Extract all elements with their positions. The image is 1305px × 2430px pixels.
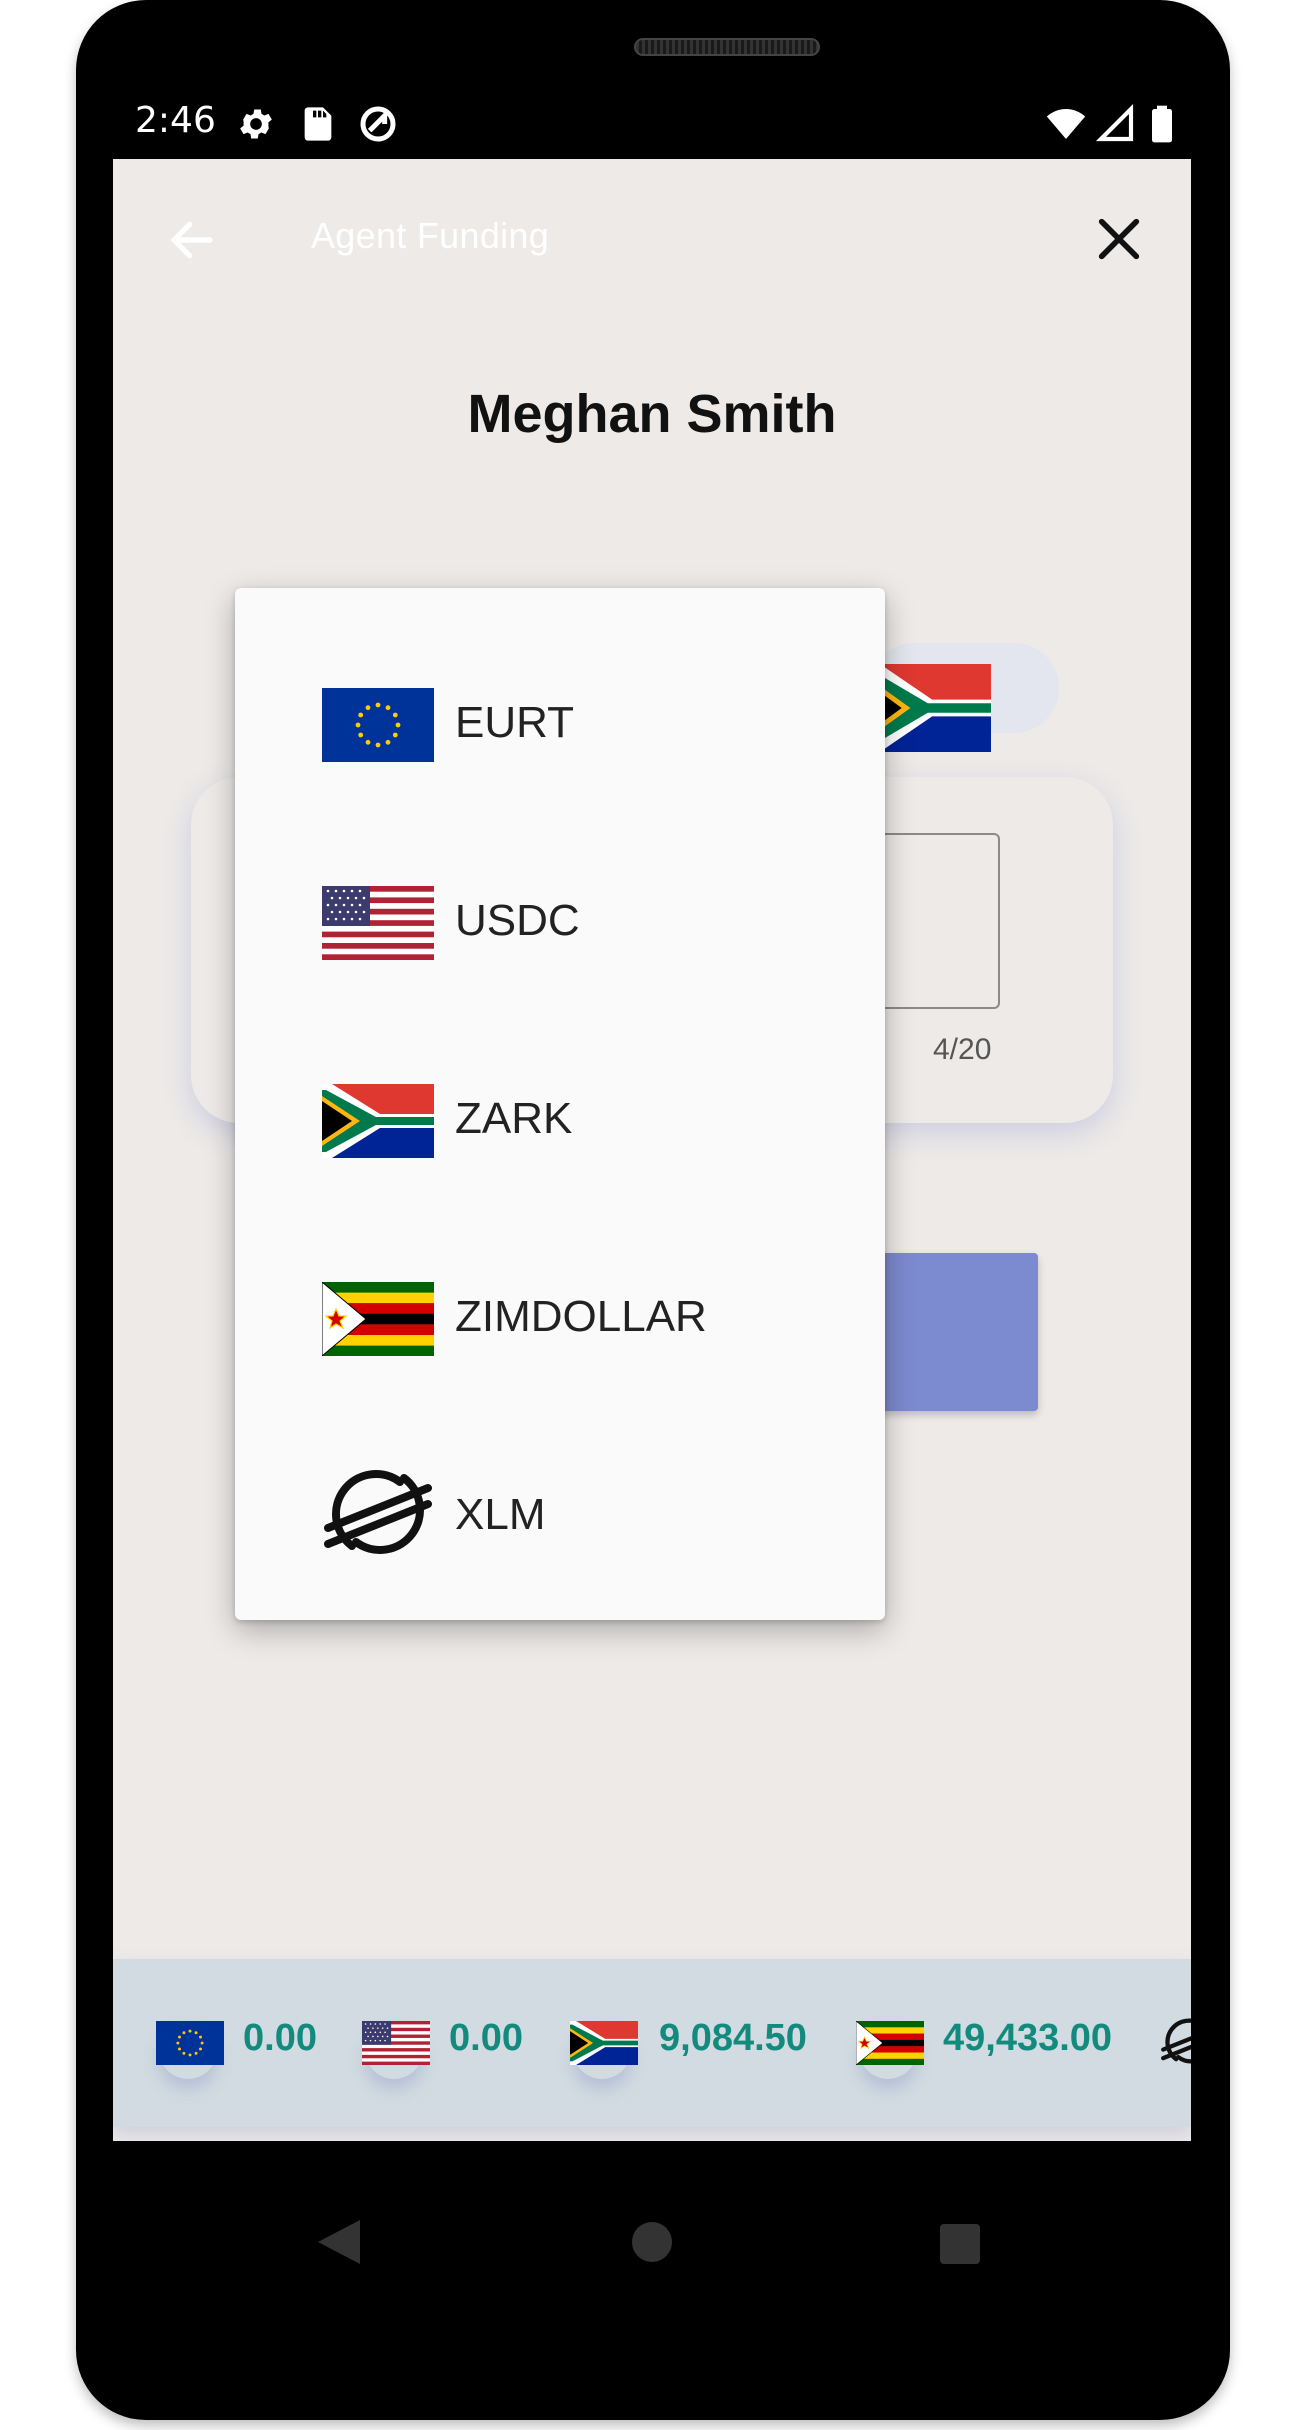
menu-item-label: ZIMDOLLAR xyxy=(455,1292,707,1341)
balance-usdc: 0.00 xyxy=(449,2017,523,2059)
page-title: Agent Funding xyxy=(311,215,550,256)
speaker-grille xyxy=(634,38,820,56)
menu-item-xlm[interactable]: XLM xyxy=(235,1414,885,1612)
menu-item-zark[interactable]: ZARK xyxy=(235,1018,885,1216)
nav-back-icon[interactable] xyxy=(316,2218,362,2266)
stellar-logo-icon xyxy=(322,1464,434,1560)
back-arrow-icon[interactable] xyxy=(165,213,219,267)
menu-item-label: ZARK xyxy=(455,1094,573,1143)
app-screen: Agent Funding Meghan Smith 4/20 EURT USD… xyxy=(113,159,1191,2141)
close-icon[interactable] xyxy=(1093,213,1145,265)
nav-home-icon[interactable] xyxy=(632,2222,672,2262)
char-counter: 4/20 xyxy=(933,1033,992,1066)
settings-gear-icon xyxy=(240,109,272,139)
sd-card-icon xyxy=(304,107,332,141)
battery-icon xyxy=(1152,105,1172,143)
menu-item-zimdollar[interactable]: ZIMDOLLAR xyxy=(235,1216,885,1414)
eu-flag-icon xyxy=(322,688,434,762)
stellar-logo-icon xyxy=(1160,2015,1191,2067)
eu-flag-icon xyxy=(156,2021,224,2065)
zimbabwe-flag-icon xyxy=(322,1282,434,1356)
cell-signal-icon xyxy=(1096,104,1134,142)
user-name: Meghan Smith xyxy=(467,384,837,444)
menu-item-label: USDC xyxy=(455,896,580,945)
south-africa-flag-icon xyxy=(570,2021,638,2065)
menu-item-label: XLM xyxy=(455,1490,546,1539)
balance-eurt: 0.00 xyxy=(243,2017,317,2059)
us-flag-icon xyxy=(362,2021,430,2065)
status-time: 2:46 xyxy=(135,100,216,141)
menu-item-eurt[interactable]: EURT xyxy=(235,622,885,820)
sync-icon xyxy=(360,106,396,142)
balance-zimdollar: 49,433.00 xyxy=(943,2017,1113,2059)
nav-recents-icon[interactable] xyxy=(940,2224,980,2264)
menu-item-usdc[interactable]: USDC xyxy=(235,820,885,1018)
menu-item-label: EURT xyxy=(455,698,574,747)
balance-zark: 9,084.50 xyxy=(659,2017,807,2059)
balances-bar: 0.00 0.00 9,084.50 49,433.00 xyxy=(113,1959,1191,2127)
wifi-icon xyxy=(1046,109,1086,139)
south-africa-flag-icon xyxy=(322,1084,434,1158)
us-flag-icon xyxy=(322,886,434,960)
currency-dropdown-menu: EURT USDC ZARK ZIMDOLLAR XLM xyxy=(235,588,885,1620)
south-africa-flag-icon[interactable] xyxy=(869,664,991,752)
zimbabwe-flag-icon xyxy=(856,2021,924,2065)
